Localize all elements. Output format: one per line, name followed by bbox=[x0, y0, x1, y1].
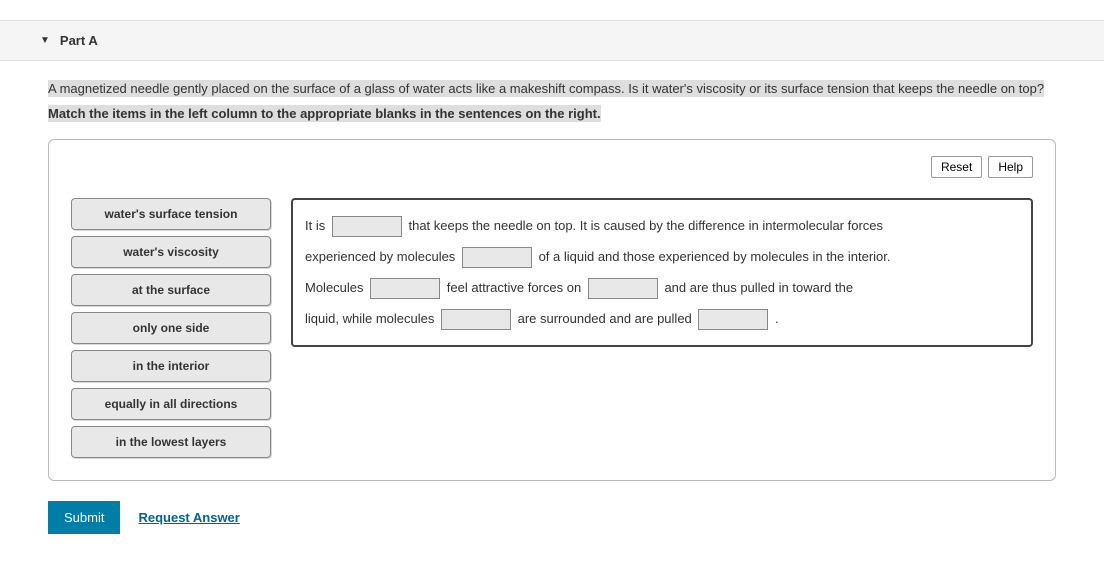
drop-blank[interactable] bbox=[370, 278, 440, 299]
sentence-text: feel attractive forces on bbox=[447, 280, 581, 295]
sentence-text: liquid, while molecules bbox=[305, 311, 434, 326]
drop-blank[interactable] bbox=[698, 309, 768, 330]
drag-item[interactable]: water's viscosity bbox=[71, 236, 271, 268]
drop-blank[interactable] bbox=[588, 278, 658, 299]
question-line: A magnetized needle gently placed on the… bbox=[48, 79, 1056, 100]
drop-blank[interactable] bbox=[441, 309, 511, 330]
help-button[interactable]: Help bbox=[988, 156, 1033, 178]
instruction-text: Match the items in the left column to th… bbox=[48, 105, 601, 122]
activity-box: Reset Help water's surface tension water… bbox=[48, 139, 1056, 481]
sentence-text: that keeps the needle on top. It is caus… bbox=[408, 218, 883, 233]
sentence-text: Molecules bbox=[305, 280, 364, 295]
drag-source-column: water's surface tension water's viscosit… bbox=[71, 198, 271, 458]
instruction-line: Match the items in the left column to th… bbox=[48, 106, 1056, 121]
sentence-target-box: It is that keeps the needle on top. It i… bbox=[291, 198, 1033, 347]
drag-item[interactable]: equally in all directions bbox=[71, 388, 271, 420]
submit-button[interactable]: Submit bbox=[48, 501, 120, 534]
bottom-row: Submit Request Answer bbox=[48, 501, 1056, 534]
drag-item[interactable]: only one side bbox=[71, 312, 271, 344]
sentence-text: . bbox=[775, 311, 779, 326]
question-text: A magnetized needle gently placed on the… bbox=[48, 80, 1044, 97]
part-header[interactable]: ▼ Part A bbox=[0, 20, 1104, 61]
main-area: water's surface tension water's viscosit… bbox=[71, 198, 1033, 458]
drop-blank[interactable] bbox=[462, 247, 532, 268]
sentence-text: and are thus pulled in toward the bbox=[664, 280, 853, 295]
sentence-text: of a liquid and those experienced by mol… bbox=[539, 249, 891, 264]
drag-item[interactable]: in the lowest layers bbox=[71, 426, 271, 458]
part-label: Part A bbox=[60, 33, 98, 48]
sentence-text: are surrounded and are pulled bbox=[518, 311, 692, 326]
request-answer-link[interactable]: Request Answer bbox=[138, 510, 239, 525]
collapse-icon: ▼ bbox=[40, 35, 50, 46]
sentence-text: It is bbox=[305, 218, 325, 233]
sentence-text: experienced by molecules bbox=[305, 249, 455, 264]
top-buttons: Reset Help bbox=[71, 156, 1033, 178]
content-area: A magnetized needle gently placed on the… bbox=[0, 61, 1104, 534]
drag-item[interactable]: at the surface bbox=[71, 274, 271, 306]
drop-blank[interactable] bbox=[332, 216, 402, 237]
drag-item[interactable]: water's surface tension bbox=[71, 198, 271, 230]
reset-button[interactable]: Reset bbox=[931, 156, 982, 178]
drag-item[interactable]: in the interior bbox=[71, 350, 271, 382]
